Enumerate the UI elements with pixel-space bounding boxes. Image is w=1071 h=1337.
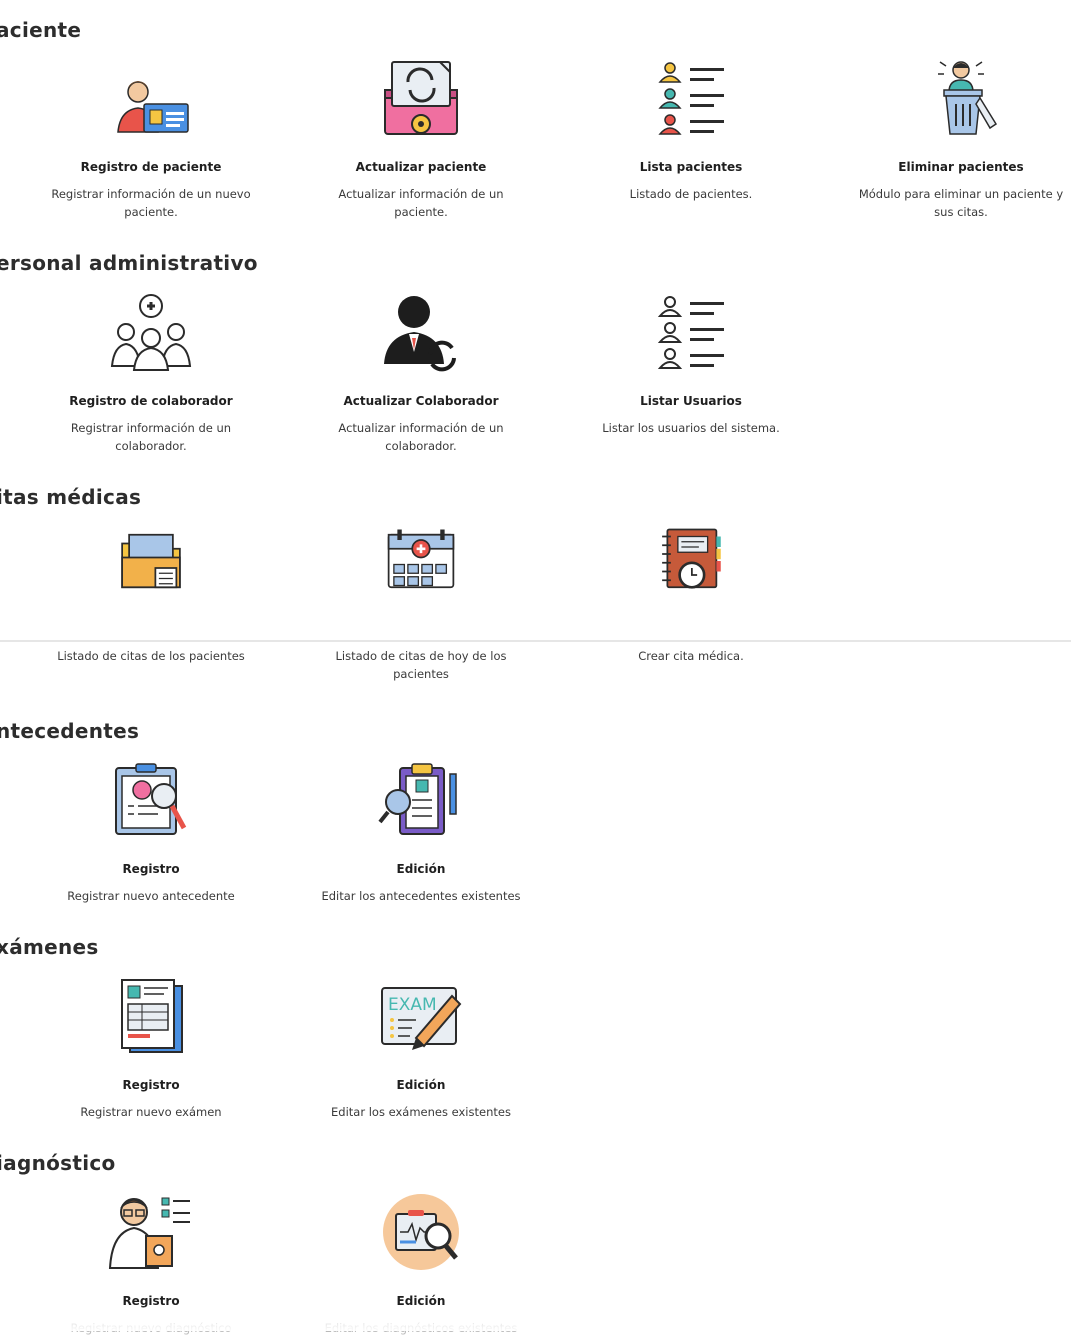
doctor-checklist-icon bbox=[108, 1197, 190, 1269]
card-description: Editar los exámenes existentes bbox=[331, 1105, 511, 1119]
card-registro-antecedente[interactable]: Registro Registrar nuevo antecedente bbox=[31, 760, 271, 905]
users-list-outline-icon bbox=[657, 296, 724, 369]
section-title-antecedentes: ntecedentes bbox=[0, 719, 140, 743]
card-listado-citas-hoy[interactable]: Listado de citas de hoy de los pacientes bbox=[301, 526, 541, 683]
card-edicion-examen[interactable]: EXAM Edición Editar los exámenes existen… bbox=[301, 976, 541, 1121]
clipboard-magnifier-icon bbox=[378, 763, 457, 835]
card-title: Listar Usuarios bbox=[640, 394, 742, 408]
card-description: Listado de citas de los pacientes bbox=[57, 649, 245, 663]
card-edicion-antecedente[interactable]: Edición Editar los antecedentes existent… bbox=[301, 760, 541, 905]
card-title: Eliminar pacientes bbox=[898, 160, 1024, 174]
section-title-examenes: xámenes bbox=[0, 935, 99, 959]
card-crear-cita[interactable]: Crear cita médica. bbox=[571, 526, 811, 665]
medical-calendar-icon bbox=[387, 529, 455, 589]
card-description: Registrar nuevo exámen bbox=[80, 1105, 222, 1119]
user-trash-icon bbox=[938, 61, 998, 135]
refresh-browser-icon bbox=[384, 61, 458, 135]
card-actualizar-colaborador[interactable]: Actualizar Colaborador Actualizar inform… bbox=[301, 292, 541, 455]
card-description: Listar los usuarios del sistema. bbox=[602, 421, 780, 435]
card-description: Actualizar información de un paciente. bbox=[338, 187, 504, 219]
card-title: Registro de paciente bbox=[80, 160, 222, 174]
section-title-personal-administrativo: ersonal administrativo bbox=[0, 251, 258, 275]
card-title: Registro bbox=[122, 862, 180, 876]
card-description: Actualizar información de un colaborador… bbox=[338, 421, 504, 453]
exam-icon-text: EXAM bbox=[388, 995, 437, 1015]
card-description: Crear cita médica. bbox=[638, 649, 744, 663]
card-registro-paciente[interactable]: Registro de paciente Registrar informaci… bbox=[31, 58, 271, 221]
card-description: Listado de pacientes. bbox=[629, 187, 753, 201]
section-title-diagnostico: iagnóstico bbox=[0, 1151, 116, 1175]
divider bbox=[0, 640, 1071, 642]
medical-report-icon bbox=[121, 979, 183, 1053]
card-description: Registrar información de un colaborador. bbox=[70, 421, 232, 453]
card-eliminar-pacientes[interactable]: Eliminar pacientes Módulo para eliminar … bbox=[841, 58, 1071, 221]
card-listar-usuarios[interactable]: Listar Usuarios Listar los usuarios del … bbox=[571, 292, 811, 437]
card-title: Edición bbox=[396, 862, 446, 876]
exam-pencil-icon: EXAM bbox=[381, 987, 462, 1050]
card-title: Registro bbox=[122, 1078, 180, 1092]
section-title-paciente: aciente bbox=[0, 18, 82, 42]
card-description: Editar los antecedentes existentes bbox=[321, 889, 521, 903]
user-list-icon bbox=[658, 62, 724, 135]
folder-icon bbox=[121, 533, 181, 589]
card-description: Registrar nuevo antecedente bbox=[67, 889, 235, 903]
card-title: Edición bbox=[396, 1078, 446, 1092]
report-magnifier-icon bbox=[383, 1194, 459, 1270]
clipboard-search-icon bbox=[115, 763, 187, 835]
patient-id-card-icon bbox=[117, 81, 189, 133]
section-title-citas-medicas: itas médicas bbox=[0, 485, 142, 509]
card-listado-citas[interactable]: Listado de citas de los pacientes bbox=[31, 526, 271, 665]
card-description: Módulo para eliminar un paciente y sus c… bbox=[858, 187, 1064, 219]
businessman-sync-icon bbox=[384, 296, 456, 372]
bottom-fade bbox=[0, 1305, 1071, 1331]
card-description: Registrar información de un nuevo pacien… bbox=[51, 187, 251, 219]
card-title: Actualizar paciente bbox=[355, 160, 487, 174]
card-title: Registro de colaborador bbox=[69, 394, 233, 408]
notebook-clock-icon bbox=[662, 528, 721, 589]
card-registro-examen[interactable]: Registro Registrar nuevo exámen bbox=[31, 976, 271, 1121]
card-registro-colaborador[interactable]: Registro de colaborador Registrar inform… bbox=[31, 292, 271, 455]
card-description: Listado de citas de hoy de los pacientes bbox=[335, 649, 507, 681]
medical-team-icon bbox=[110, 294, 192, 371]
card-title: Lista pacientes bbox=[639, 160, 743, 174]
card-title: Actualizar Colaborador bbox=[343, 394, 499, 408]
card-actualizar-paciente[interactable]: Actualizar paciente Actualizar informaci… bbox=[301, 58, 541, 221]
card-lista-pacientes[interactable]: Lista pacientes Listado de pacientes. bbox=[571, 58, 811, 203]
